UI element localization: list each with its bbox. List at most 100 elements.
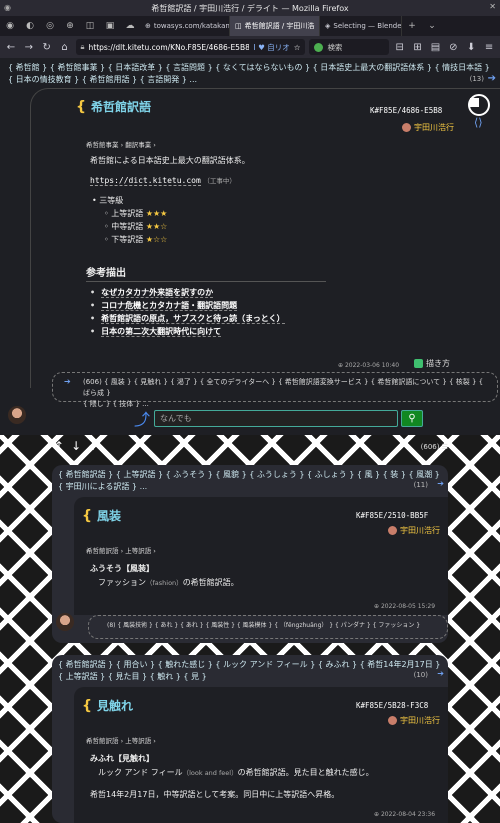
entry-tag-count: (11)	[413, 481, 428, 489]
grade-item: ◦ 下等訳語 ★☆☆	[104, 235, 168, 244]
related-tags-line-1[interactable]: (606) { 風装 } { 見触れ } { 渇了 } { 全てのデライターへ …	[83, 377, 491, 399]
knowledge-id[interactable]: K#F85E/4686-E5B8	[370, 106, 442, 115]
entry-knowledge-id[interactable]: K#F85E/2510-BB5F	[356, 511, 428, 520]
tab-blender[interactable]: ◈ Selecting — Blender ✕	[320, 16, 402, 36]
user-avatar[interactable]	[8, 406, 26, 424]
tab-pinned-4[interactable]: ⊕	[60, 16, 80, 36]
bookmark-star-icon[interactable]: ☆	[294, 43, 301, 52]
translate-label[interactable]: I ♥ 自リオ	[253, 42, 289, 53]
dict-link[interactable]: https://dict.kitetu.com	[90, 176, 201, 186]
new-tab-button[interactable]: +	[402, 16, 422, 36]
lower-toolbar: ↥ ↓ +	[54, 439, 98, 453]
tab-pinned-2[interactable]: ◐	[20, 16, 40, 36]
cloud-icon: ☁	[125, 21, 135, 31]
navigation-toolbar: ← → ↻ ⌂ 🔒︎ https://dlt.kitetu.com/KNo.F8…	[0, 36, 500, 58]
window-menu-icon[interactable]: ◉	[4, 3, 11, 12]
url-bar[interactable]: 🔒︎ https://dlt.kitetu.com/KNo.F85E/4686-…	[75, 39, 306, 55]
draw-method-button[interactable]: 描き方	[414, 358, 450, 369]
top-tag-line-1[interactable]: { 希哲館 } { 希哲館事業 } { 日本語改革 } { 言語問題 } { な…	[8, 62, 490, 74]
entry-body: {風装 K#F85E/2510-BB5F 宇田川浩行 希哲館訳語 › 上等訳語 …	[74, 497, 448, 615]
window-titlebar: ◉ 希哲館訳語 / 宇田川浩行 / デライト — Mozilla Firefox…	[0, 0, 500, 16]
entry-title[interactable]: {風装	[82, 507, 121, 524]
search-button[interactable]: ⚲	[401, 410, 423, 427]
related-arrow-icon[interactable]: ➔	[64, 377, 71, 386]
tab-strip: ◉ ◐ ◎ ⊕ ◫ ▣ ☁ ⊕ towasys.com/katakana ✕ ◫…	[0, 16, 500, 36]
breadcrumb-item[interactable]: 希哲館事業	[86, 141, 119, 149]
entry-timestamp: ⊕ 2022-08-05 15:29	[374, 603, 436, 610]
brace-icon: {	[76, 99, 86, 115]
breadcrumb: 希哲館事業 › 翻訳事業 ›	[86, 141, 156, 149]
entry-title[interactable]: {見触れ	[82, 697, 133, 714]
back-button[interactable]: ←	[4, 42, 18, 53]
section-heading: 参考描出	[86, 264, 326, 282]
search-row: なんでも ⚲	[130, 410, 423, 427]
more-arrow-icon[interactable]: ➔	[488, 73, 496, 84]
search-input[interactable]: なんでも	[154, 410, 398, 427]
toolbar-ext-3[interactable]: ▤	[429, 42, 443, 53]
more-arrow-icon[interactable]: ➔	[437, 479, 444, 488]
entry-related-box: (8) { 風装技術 } { あれ } { あれ } { 風装性 } { 風装模…	[88, 615, 448, 639]
reference-link[interactable]: 日本の第二次大翻訳時代に向けて	[90, 325, 285, 338]
tab-pinned-7[interactable]: ☁	[120, 16, 140, 36]
entry-tags-line[interactable]: { 宇田川による訳語 } ...	[58, 481, 147, 493]
window-close-icon[interactable]: ✕	[489, 2, 496, 11]
card-title[interactable]: { 希哲館訳語	[76, 98, 151, 115]
entry-tags-line[interactable]: { 上等訳語 } { 見た目 } { 触れ } { 見 }	[58, 671, 207, 683]
tab-pinned-6[interactable]: ▣	[100, 16, 120, 36]
reference-link[interactable]: なぜカタカナ外来語を訳すのか	[90, 286, 285, 299]
entry-knowledge-id[interactable]: K#F85E/5B28-F3C8	[356, 701, 428, 710]
more-arrow-icon[interactable]: ➔	[437, 669, 444, 678]
tab-label: Selecting — Blender	[333, 22, 402, 30]
entry-tag-count: (10)	[413, 671, 428, 679]
downloads-icon[interactable]: ⬇	[464, 42, 478, 53]
toolbar-ext-2[interactable]: ⊞	[411, 42, 425, 53]
tab-active-kitetu[interactable]: ◫ 希哲館訳語 / 宇田川浩 ✕	[230, 16, 320, 36]
tab-towasys[interactable]: ⊕ towasys.com/katakana ✕	[140, 16, 230, 36]
star-rating-icon: ★☆☆	[145, 235, 168, 244]
entry-tags-line[interactable]: { 希哲館訳語 } { 用合い } { 触れた感じ } { ルック アンド フィ…	[58, 659, 440, 671]
tab-pinned-1[interactable]: ◉	[0, 16, 20, 36]
upload-icon[interactable]: ↥	[54, 439, 64, 453]
card-title-text: 希哲館訳語	[90, 100, 151, 114]
tab-pinned-5[interactable]: ◫	[80, 16, 100, 36]
app-menu-button[interactable]: ≡	[482, 42, 496, 53]
reload-button[interactable]: ↻	[40, 42, 54, 53]
down-arrow-icon[interactable]: ↓	[71, 439, 81, 453]
entry-card-1: { 希哲館訳語 } { 上等訳語 } { ふうそう } { 風貌 } { ふうし…	[52, 465, 448, 643]
entry-author[interactable]: 宇田川浩行	[388, 715, 440, 726]
reference-link[interactable]: コロナ危機とカタカナ語・翻訳語問題	[90, 299, 285, 312]
entry-author[interactable]: 宇田川浩行	[388, 525, 440, 536]
tag-count: (13)	[469, 75, 484, 83]
tab-pinned-3[interactable]: ◎	[40, 16, 60, 36]
tab-icon: ◎	[46, 21, 54, 31]
add-icon[interactable]: +	[88, 439, 98, 453]
tab-icon: ◫	[85, 21, 95, 31]
entry-timestamp: ⊕ 2022-08-04 23:36	[374, 811, 436, 818]
breadcrumb-item[interactable]: 翻訳事業	[125, 141, 151, 149]
window-controls: ✕	[489, 2, 496, 11]
reference-link[interactable]: 希哲館訳語の原点，サブスクと待っ読（まっとく）	[90, 312, 285, 325]
forward-button[interactable]: →	[22, 42, 36, 53]
entry-body: {見触れ K#F85E/5B28-F3C8 宇田川浩行 希哲館訳語 › 上等訳語…	[74, 687, 448, 823]
user-avatar[interactable]	[56, 613, 74, 631]
toolbar-ext-1[interactable]: ⊟	[393, 42, 407, 53]
search-bar[interactable]: 検索	[309, 39, 389, 55]
entry-card-2: { 希哲館訳語 } { 用合い } { 触れた感じ } { ルック アンド フィ…	[52, 655, 448, 823]
entry-tags-line[interactable]: { 希哲館訳語 } { 上等訳語 } { ふうそう } { 風貌 } { ふうし…	[58, 469, 440, 481]
reference-list: なぜカタカナ外来語を訳すのか コロナ危機とカタカナ語・翻訳語問題 希哲館訳語の原…	[90, 286, 285, 338]
list-all-tabs-button[interactable]: ⌄	[422, 16, 442, 36]
entry-reading: ふうそう【風装】	[90, 564, 154, 573]
brace-icon: {	[82, 508, 92, 524]
author-link[interactable]: 宇田川浩行	[402, 122, 454, 133]
share-icon[interactable]: ⟨⟩	[474, 116, 483, 129]
dict-link-row: https://dict.kitetu.com （工事中）	[90, 175, 236, 186]
brace-icon: {	[82, 698, 92, 714]
entry-related-tags[interactable]: (8) { 風装技術 } { あれ } { あれ } { 風装性 } { 風装模…	[107, 620, 441, 631]
author-avatar	[388, 716, 397, 725]
entry-definition: ファッション（fashion）の希哲館訳語。	[98, 578, 239, 587]
top-tag-line-2[interactable]: { 日本の情技教育 } { 希哲館用語 } { 言語開発 } ...	[8, 74, 197, 86]
toolbar-ext-4[interactable]: ⊘	[446, 42, 460, 53]
site-logo[interactable]	[468, 94, 490, 116]
tab-label: 希哲館訳語 / 宇田川浩	[244, 22, 315, 30]
home-button[interactable]: ⌂	[58, 42, 72, 53]
